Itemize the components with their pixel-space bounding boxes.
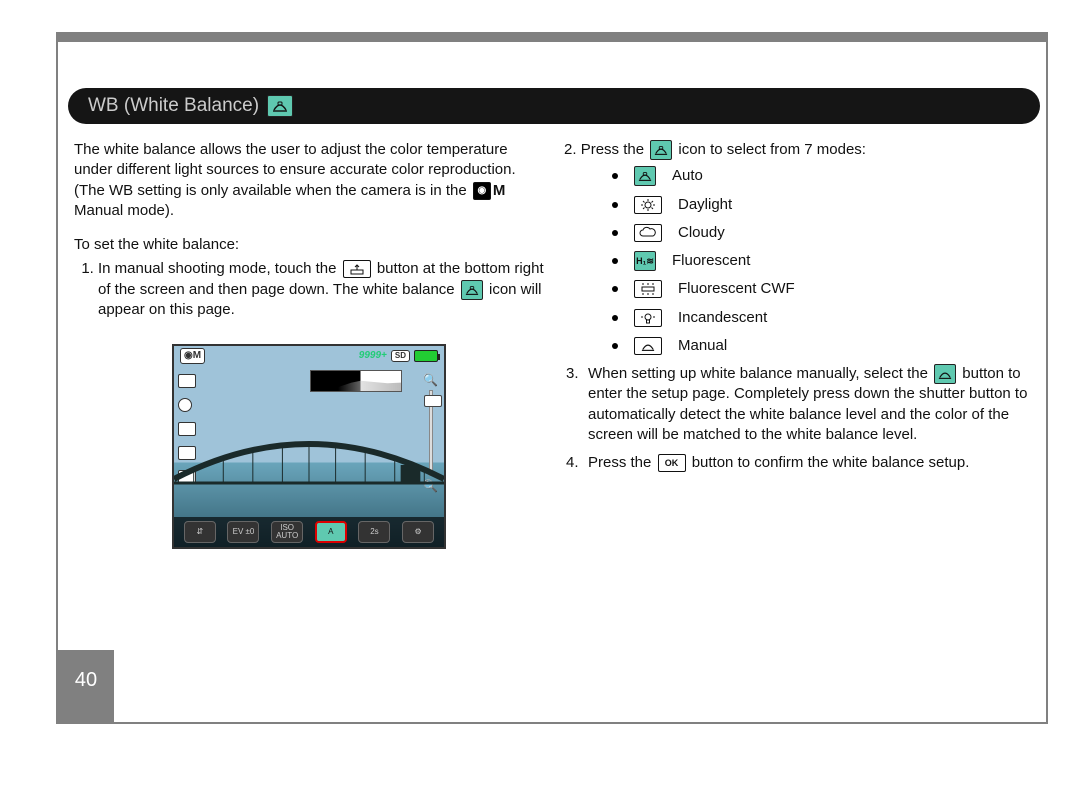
mode-manual: Manual [612, 336, 1032, 356]
incandescent-icon [634, 309, 662, 327]
fluorescent-cwf-icon [634, 280, 662, 298]
step-1: In manual shooting mode, touch the butto… [98, 259, 544, 320]
shot-counter: 9999+ [359, 349, 387, 363]
aspect-icon [178, 374, 196, 388]
step-3: When setting up white balance manually, … [588, 364, 1032, 445]
mode-fluorescent: H₁≋ Fluorescent [612, 251, 1032, 271]
step2-text-a: Press the [581, 141, 649, 158]
manual-wb-icon [634, 337, 662, 355]
mode-label: Fluorescent CWF [678, 279, 795, 299]
touch-icon [343, 260, 371, 278]
manual-wb-icon-inline [934, 364, 956, 384]
auto-wb-icon [634, 166, 656, 186]
bb-btn-1: EV ±0 [227, 521, 259, 543]
mode-label: Manual [678, 336, 727, 356]
bb-btn-5: ⚙ [402, 521, 434, 543]
right-column: 2. Press the icon to select from 7 modes… [564, 140, 1040, 549]
heading-text: WB (White Balance) [88, 95, 259, 117]
manual-mode-letter: M [493, 182, 506, 199]
fluorescent-icon: H₁≋ [634, 251, 656, 271]
mode-incandescent: Incandescent [612, 308, 1032, 328]
ok-icon: OK [658, 454, 686, 472]
cloudy-icon [634, 224, 662, 242]
white-balance-icon [267, 95, 293, 117]
step-4: Press the OK button to confirm the white… [588, 453, 1032, 473]
battery-icon [414, 350, 438, 362]
step3-text-a: When setting up white balance manually, … [588, 365, 932, 382]
bb-btn-wb-highlighted: A [315, 521, 347, 543]
page-number: 40 [58, 650, 114, 722]
mode-label: Auto [672, 166, 703, 186]
steps-list-right: When setting up white balance manually, … [564, 364, 1032, 473]
camera-lcd-screenshot: ◉M 9999+ SD 🔍 🔍 [172, 344, 446, 549]
intro-text: The white balance allows the user to adj… [74, 141, 516, 199]
mode-label: Cloudy [678, 223, 725, 243]
bridge-scene [174, 439, 444, 495]
left-column: The white balance allows the user to adj… [68, 140, 544, 549]
step4-text-a: Press the [588, 454, 656, 471]
mode-label: Fluorescent [672, 251, 750, 271]
mode-auto: Auto [612, 166, 1032, 186]
zoom-in-icon: 🔍 [423, 372, 438, 388]
modes-list: Auto Daylight Cloudy H₁≋ Fluorescent Fluo… [564, 166, 1032, 356]
step1-text-a: In manual shooting mode, touch the [98, 260, 341, 277]
mode-cloudy: Cloudy [612, 223, 1032, 243]
mode-fluorescent-cwf: Fluorescent CWF [612, 279, 1032, 299]
page-title: WB (White Balance) [68, 88, 1040, 124]
step-2: 2. Press the icon to select from 7 modes… [564, 140, 1032, 160]
wb-icon-inline [461, 280, 483, 300]
histogram [310, 370, 402, 392]
bb-btn-0: ⇵ [184, 521, 216, 543]
daylight-icon [634, 196, 662, 214]
ois-icon [178, 422, 196, 436]
subheading: To set the white balance: [74, 235, 544, 255]
lcd-topbar: ◉M 9999+ SD [174, 346, 444, 366]
content-columns: The white balance allows the user to adj… [68, 140, 1040, 549]
sd-card-icon: SD [391, 350, 410, 363]
lcd-bottombar: ⇵ EV ±0 ISO AUTO A 2s ⚙ [174, 517, 444, 547]
camera-icon: ◉ [473, 182, 491, 200]
bb-btn-2: ISO AUTO [271, 521, 303, 543]
steps-list-left: In manual shooting mode, touch the butto… [74, 259, 544, 320]
mode-badge: ◉M [180, 348, 205, 364]
intro-tail: Manual mode). [74, 202, 174, 219]
mode-daylight: Daylight [612, 195, 1032, 215]
wb-icon-step2 [650, 140, 672, 160]
step2-text-b: icon to select from 7 modes: [674, 141, 866, 158]
step4-text-b: button to confirm the white balance setu… [688, 454, 970, 471]
mode-label: Daylight [678, 195, 732, 215]
mode-label: Incandescent [678, 308, 767, 328]
bb-btn-4: 2s [358, 521, 390, 543]
intro-paragraph: The white balance allows the user to adj… [74, 140, 544, 221]
af-icon [178, 398, 192, 412]
